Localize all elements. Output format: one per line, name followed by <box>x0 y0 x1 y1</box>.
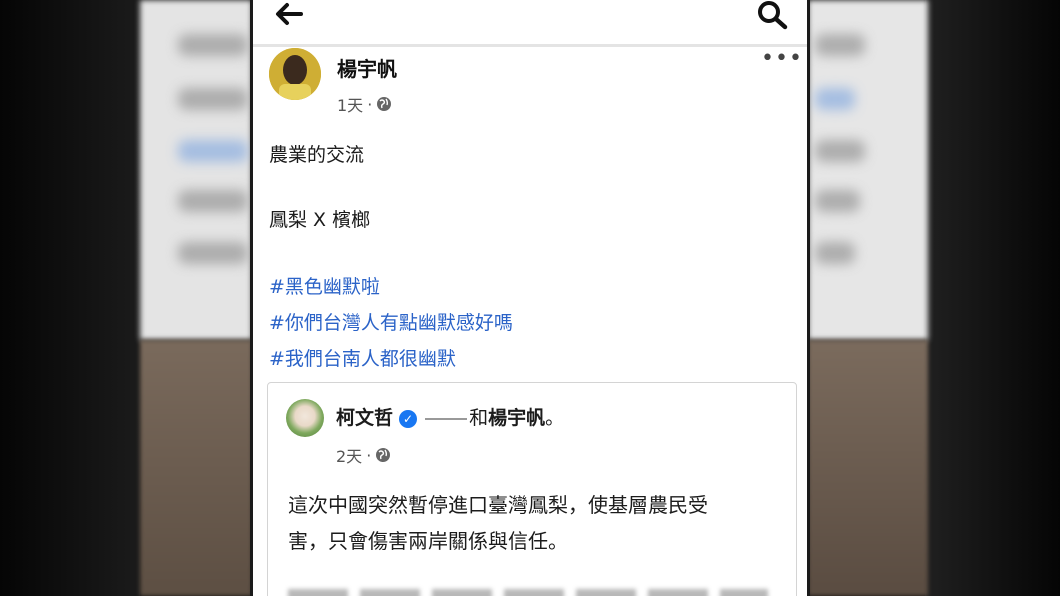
phone-screen: 楊宇帆 1天 · ••• 農業的交流 鳳梨 X 檳榔 #黑色幽默啦 #你們台灣人… <box>250 0 810 596</box>
blurred-text <box>178 190 248 212</box>
blurred-text <box>178 242 248 264</box>
shared-author-avatar[interactable] <box>286 399 324 437</box>
blurred-text <box>815 34 865 56</box>
hashtag-link[interactable]: #黑色幽默啦 <box>269 272 380 299</box>
more-options-icon[interactable]: ••• <box>761 46 803 71</box>
post-meta: 1天 · <box>337 92 392 116</box>
post-author-name[interactable]: 楊宇帆 <box>337 53 397 82</box>
meta-dot: · <box>367 94 373 114</box>
shared-post-card[interactable]: 柯文哲 ✓ 和楊宇帆。 2天 · 這次中國突然暫停進口臺灣鳳梨，使基層農民受 害… <box>267 382 797 596</box>
globe-icon <box>377 97 392 111</box>
blurred-text <box>178 34 248 56</box>
blurred-text <box>815 88 855 110</box>
post-time[interactable]: 1天 <box>337 92 363 116</box>
tag-connector-text: 和 <box>469 407 489 429</box>
hashtag-link[interactable]: #你們台灣人有點幽默感好嗎 <box>269 308 513 335</box>
shared-author-name[interactable]: 柯文哲 <box>336 407 393 429</box>
post-line: 鳳梨 X 檳榔 <box>269 209 371 231</box>
post-line: 農業的交流 <box>269 144 365 166</box>
search-icon[interactable] <box>757 0 789 30</box>
blurred-text <box>178 88 248 110</box>
avatar-portrait <box>269 48 321 100</box>
shared-post-time[interactable]: 2天 <box>336 443 362 467</box>
top-bar-divider <box>253 44 807 47</box>
tagged-person-name[interactable]: 楊宇帆 <box>488 407 545 429</box>
tag-connector-line <box>425 417 468 420</box>
shared-post-text-line: 害，只會傷害兩岸關係與信任。 <box>288 529 568 553</box>
dark-edge-left <box>0 0 140 596</box>
header-period: 。 <box>545 407 565 429</box>
shared-post-meta: 2天 · <box>336 443 391 467</box>
meta-dot: · <box>366 445 372 465</box>
globe-icon <box>376 448 391 462</box>
blurred-text <box>815 190 860 212</box>
blurred-table-left <box>140 340 252 596</box>
dark-edge-right <box>925 0 1060 596</box>
shared-post-text-line: 這次中國突然暫停進口臺灣鳳梨，使基層農民受 <box>288 493 708 517</box>
blurred-text <box>815 242 855 264</box>
blurred-table-right <box>808 340 928 596</box>
hashtag-link[interactable]: #我們台南人都很幽默 <box>269 344 456 371</box>
back-arrow-icon[interactable] <box>275 2 305 26</box>
verified-badge-icon: ✓ <box>399 409 418 428</box>
blurred-text <box>178 140 248 162</box>
blurred-text <box>815 140 865 162</box>
top-bar <box>253 0 807 44</box>
shared-post-header: 柯文哲 ✓ 和楊宇帆。 <box>336 403 564 430</box>
author-avatar[interactable] <box>269 48 321 100</box>
cropped-text-line <box>288 589 768 596</box>
